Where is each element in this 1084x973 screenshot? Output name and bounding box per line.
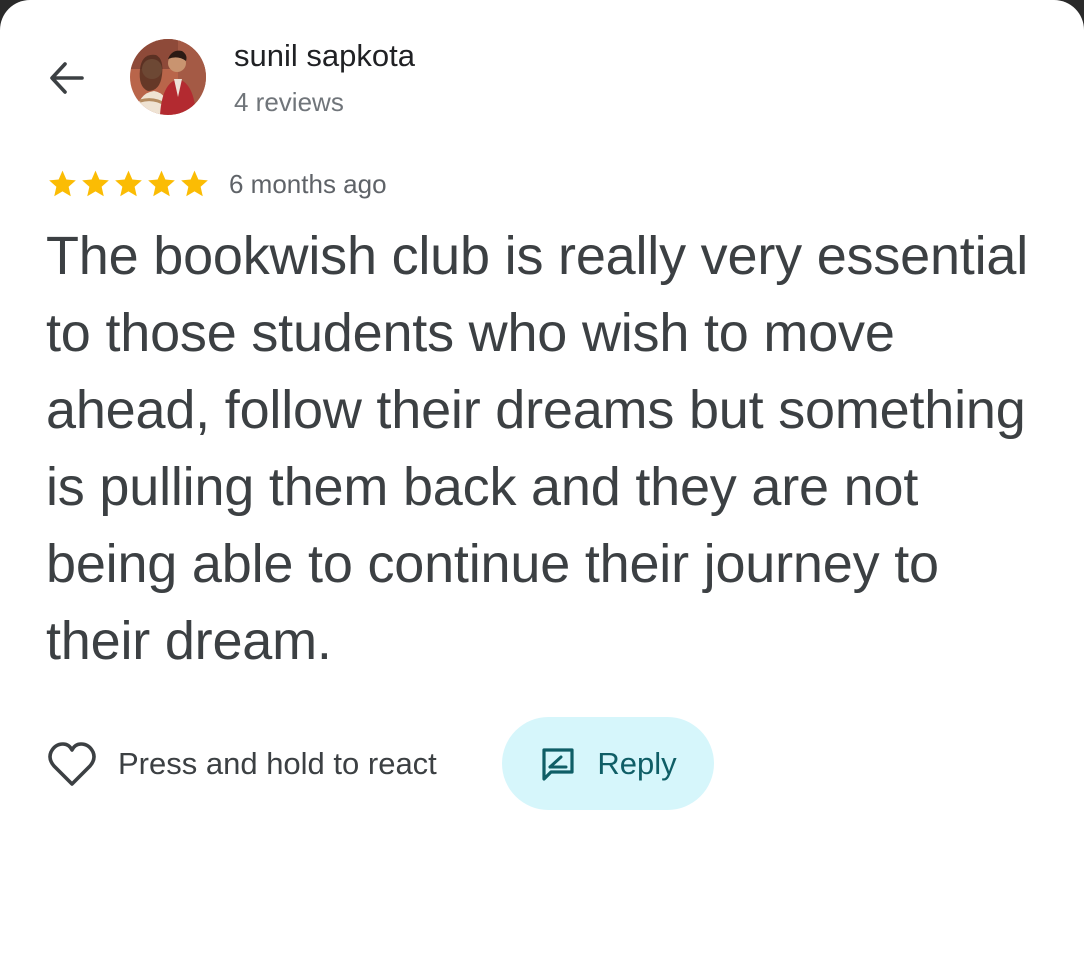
heart-outline-icon xyxy=(48,742,96,786)
rating-stars xyxy=(46,168,211,200)
reviewer-name[interactable]: sunil sapkota xyxy=(234,38,415,74)
review-text: The bookwish club is really very essenti… xyxy=(46,226,1029,671)
reply-label: Reply xyxy=(597,745,677,781)
react-label: Press and hold to react xyxy=(118,746,437,781)
star-icon xyxy=(82,170,109,197)
react-button[interactable]: Press and hold to react xyxy=(46,736,437,792)
reviewer-review-count: 4 reviews xyxy=(234,87,344,117)
star-icon xyxy=(49,170,76,197)
reply-message-icon xyxy=(542,747,574,781)
avatar-photo xyxy=(130,39,206,115)
arrow-back-icon xyxy=(50,62,84,94)
review-card: sunil sapkota 4 reviews 6 months ago The… xyxy=(0,0,1084,973)
avatar[interactable] xyxy=(130,39,206,115)
star-icon xyxy=(148,170,175,197)
reply-button[interactable]: Reply xyxy=(502,717,714,810)
star-icon xyxy=(181,170,208,197)
back-button[interactable] xyxy=(40,52,92,104)
star-icon xyxy=(115,170,142,197)
review-date: 6 months ago xyxy=(229,169,387,199)
